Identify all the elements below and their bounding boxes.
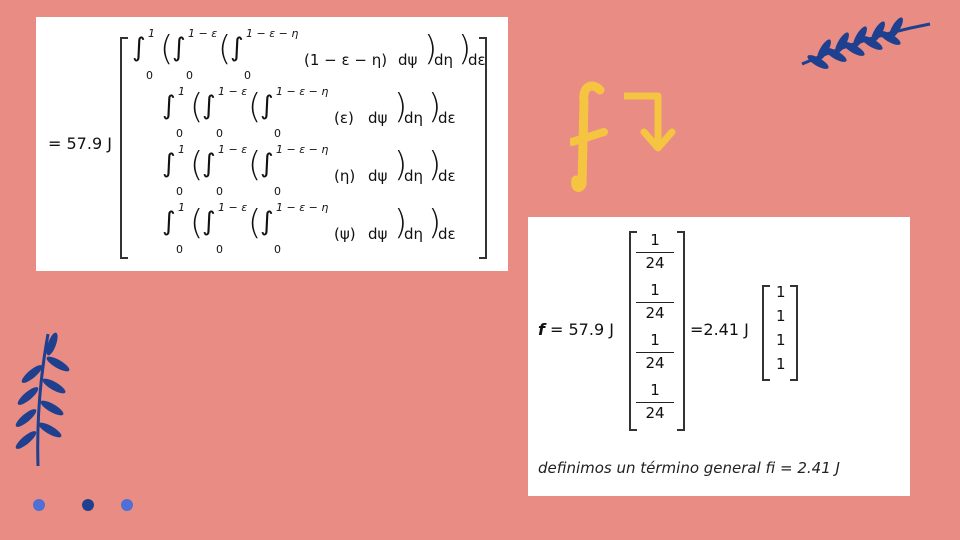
upper-limit: 1 − ε − η — [246, 27, 299, 40]
d-eps: dε — [438, 109, 456, 127]
integral-row: ∫ 1 0 ( ∫ 1 − ε 0 ( ∫ 1 − ε − η 0 (ε) dψ… — [162, 85, 542, 141]
lower-limit: 0 — [274, 243, 281, 256]
lower-limit: 0 — [216, 243, 223, 256]
denominator: 24 — [645, 254, 665, 272]
fraction-bar — [636, 302, 674, 303]
lower-limit: 0 — [216, 185, 223, 198]
fraction: 1 24 — [632, 231, 678, 274]
upper-limit: 1 − ε — [218, 201, 248, 214]
integral-sign: ∫ — [260, 149, 274, 179]
integral-row: ∫ 1 0 ( ∫ 1 − ε 0 ( ∫ 1 − ε − η 0 (η) dψ… — [162, 143, 542, 199]
general-term-note: definimos un término general fi = 2.41 J — [538, 459, 840, 477]
d-eps: dε — [438, 225, 456, 243]
d-eta: dη — [404, 225, 424, 243]
integral-sign: ∫ — [202, 149, 216, 179]
upper-limit: 1 − ε — [188, 27, 218, 40]
integral-sign: ∫ — [260, 91, 274, 121]
vector-entry: 1 — [776, 355, 786, 373]
leaf-branch-icon — [801, 17, 931, 69]
integral-row: ∫ 1 0 ( ∫ 1 − ε 0 ( ∫ 1 − ε − η 0 (1 − ε… — [132, 27, 512, 83]
d-eta: dη — [434, 51, 454, 69]
fraction-bar — [636, 252, 674, 253]
integral-sign: ∫ — [202, 91, 216, 121]
integral-sign: ∫ — [162, 91, 176, 121]
upper-limit: 1 − ε — [218, 85, 248, 98]
vector-entry: 1 — [776, 331, 786, 349]
left-bracket — [762, 285, 770, 381]
d-eta: dη — [404, 109, 424, 127]
lower-limit: 0 — [274, 127, 281, 140]
integral-sign: ∫ — [202, 207, 216, 237]
lower-limit: 0 — [176, 185, 183, 198]
fraction-bar — [636, 352, 674, 353]
lower-limit: 0 — [186, 69, 193, 82]
d-eps: dε — [438, 167, 456, 185]
vector-entry: 1 — [776, 307, 786, 325]
upper-limit: 1 — [148, 27, 155, 40]
indicator-dot — [121, 499, 133, 511]
numerator: 1 — [650, 231, 660, 249]
integral-sign: ∫ — [162, 207, 176, 237]
upper-limit: 1 — [178, 201, 185, 214]
indicator-dot — [82, 499, 94, 511]
indicator-dot — [33, 499, 45, 511]
integral-expression-panel: = 57.9 J ∫ 1 0 ( ∫ 1 − ε 0 ( ∫ 1 − ε − η… — [36, 17, 508, 271]
denominator: 24 — [645, 354, 665, 372]
coefficient-prefix: = 57.9 J — [48, 134, 112, 153]
lower-limit: 0 — [176, 127, 183, 140]
denominator: 24 — [645, 404, 665, 422]
integrand: (ε) — [334, 109, 354, 127]
integral-sign: ∫ — [260, 207, 274, 237]
integral-sign: ∫ — [132, 33, 146, 63]
upper-limit: 1 − ε − η — [276, 143, 329, 156]
integral-sign: ∫ — [162, 149, 176, 179]
f-symbol: f — [538, 320, 545, 339]
integral-sign: ∫ — [172, 33, 186, 63]
upper-limit: 1 − ε — [218, 143, 248, 156]
right-bracket — [677, 231, 685, 431]
d-eta: dη — [404, 167, 424, 185]
numerator: 1 — [650, 331, 660, 349]
d-psi: dψ — [368, 167, 388, 185]
right-bracket — [790, 285, 798, 381]
upper-limit: 1 − ε − η — [276, 85, 329, 98]
numerator: 1 — [650, 381, 660, 399]
leaf-branch-icon — [15, 332, 70, 467]
numerator: 1 — [650, 281, 660, 299]
lower-limit: 0 — [244, 69, 251, 82]
fraction: 1 24 — [632, 331, 678, 374]
fraction-bar — [636, 402, 674, 403]
left-bracket — [120, 37, 128, 259]
lower-limit: 0 — [274, 185, 281, 198]
lower-limit: 0 — [216, 127, 223, 140]
f-prefix: = 57.9 J — [550, 320, 614, 339]
down-arrow-icon — [624, 92, 676, 152]
upper-limit: 1 — [178, 85, 185, 98]
integral-row: ∫ 1 0 ( ∫ 1 − ε 0 ( ∫ 1 − ε − η 0 (ψ) dψ… — [162, 201, 542, 257]
d-psi: dψ — [368, 109, 388, 127]
upper-limit: 1 − ε − η — [276, 201, 329, 214]
integrand: (ψ) — [334, 225, 356, 243]
integrand: (η) — [334, 167, 356, 185]
vector-entry: 1 — [776, 283, 786, 301]
result-panel: f = 57.9 J 1 24 1 24 1 24 1 24 =2.41 J 1… — [528, 217, 910, 496]
equals-value: =2.41 J — [690, 320, 749, 339]
denominator: 24 — [645, 304, 665, 322]
lower-limit: 0 — [176, 243, 183, 256]
fraction: 1 24 — [632, 381, 678, 424]
integral-sign: ∫ — [230, 33, 244, 63]
d-eps: dε — [468, 51, 486, 69]
integrand: (1 − ε − η) — [304, 51, 388, 69]
handwritten-f-icon — [570, 81, 608, 192]
d-psi: dψ — [368, 225, 388, 243]
lower-limit: 0 — [146, 69, 153, 82]
d-psi: dψ — [398, 51, 418, 69]
upper-limit: 1 — [178, 143, 185, 156]
fraction: 1 24 — [632, 281, 678, 324]
